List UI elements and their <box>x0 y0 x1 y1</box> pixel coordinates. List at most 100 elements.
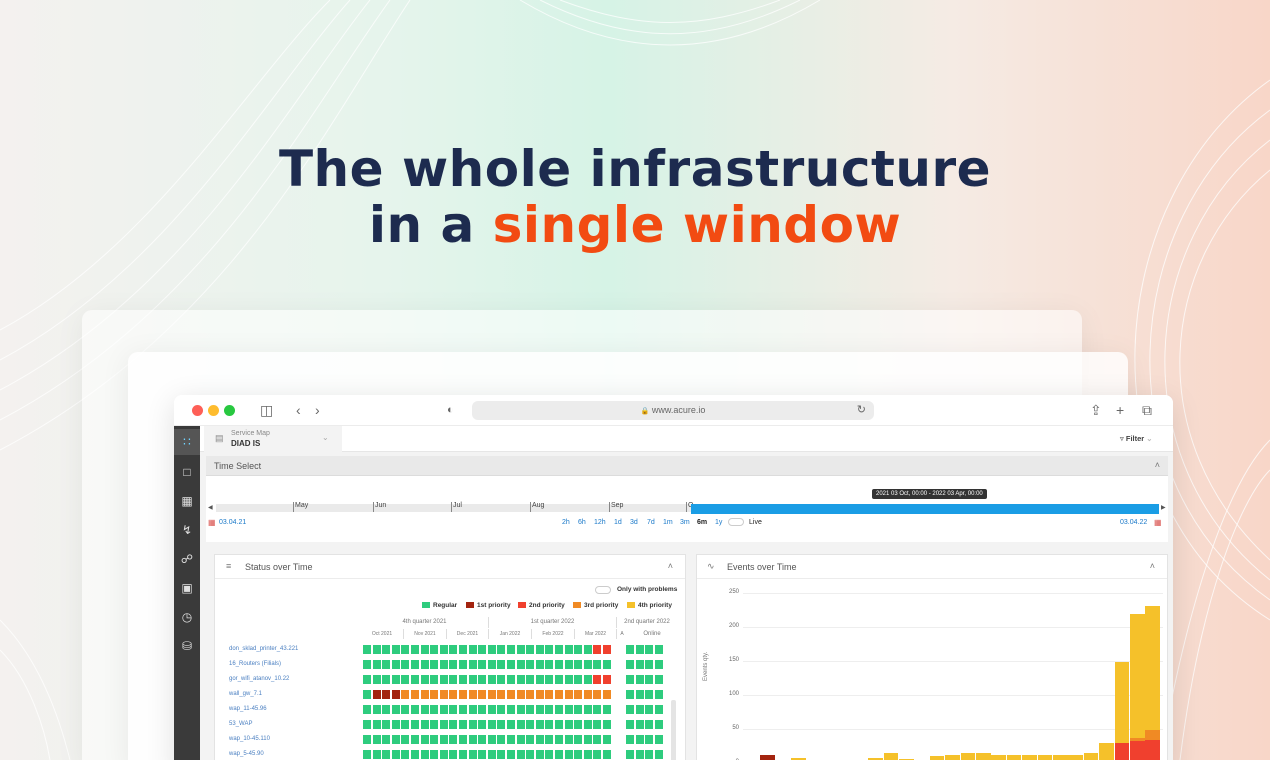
status-cell[interactable] <box>487 690 496 699</box>
nodes-icon[interactable]: ☍ <box>174 546 200 572</box>
status-cell[interactable] <box>555 660 563 669</box>
status-cell[interactable] <box>430 645 439 654</box>
event-bar-2[interactable] <box>1130 741 1145 760</box>
status-cell[interactable] <box>593 735 602 744</box>
status-cell[interactable] <box>478 675 487 684</box>
status-cell[interactable] <box>420 705 429 714</box>
event-bar-4[interactable] <box>1099 742 1114 760</box>
status-cell[interactable] <box>372 660 381 669</box>
status-online-cell[interactable] <box>654 705 663 714</box>
status-online-cell[interactable] <box>645 645 654 654</box>
problems-toggle[interactable] <box>595 586 611 594</box>
status-online-cell[interactable] <box>645 705 654 714</box>
status-cell[interactable] <box>583 645 592 654</box>
event-bar-4[interactable] <box>945 754 960 760</box>
preset-1d[interactable]: 1d <box>614 519 622 526</box>
live-toggle[interactable] <box>728 518 744 526</box>
preset-12h[interactable]: 12h <box>594 519 606 526</box>
event-bar-2[interactable] <box>1145 739 1160 760</box>
status-cell[interactable] <box>372 750 381 759</box>
status-cell[interactable] <box>555 690 563 699</box>
status-cell[interactable] <box>603 675 611 684</box>
end-date[interactable]: 03.04.22 <box>1120 519 1147 526</box>
status-cell[interactable] <box>564 660 573 669</box>
status-cell[interactable] <box>574 735 583 744</box>
status-cell[interactable] <box>372 690 381 699</box>
status-online-cell[interactable] <box>654 645 663 654</box>
status-cell[interactable] <box>564 750 573 759</box>
status-cell[interactable] <box>478 705 487 714</box>
status-cell[interactable] <box>555 645 563 654</box>
status-cell[interactable] <box>459 675 467 684</box>
status-cell[interactable] <box>526 645 535 654</box>
status-cell[interactable] <box>497 660 506 669</box>
sidebar-toggle-icon[interactable]: ◫ <box>260 402 273 418</box>
status-cell[interactable] <box>401 645 410 654</box>
status-cell[interactable] <box>487 660 496 669</box>
status-cell[interactable] <box>593 750 602 759</box>
status-cell[interactable] <box>363 750 371 759</box>
event-bar-2[interactable] <box>1114 742 1130 760</box>
status-cell[interactable] <box>401 720 410 729</box>
status-cell[interactable] <box>497 735 506 744</box>
status-cell[interactable] <box>507 690 515 699</box>
status-online-cell[interactable] <box>654 720 663 729</box>
status-cell[interactable] <box>535 645 544 654</box>
status-cell[interactable] <box>574 660 583 669</box>
event-bar-4[interactable] <box>1053 754 1068 760</box>
status-cell[interactable] <box>555 705 563 714</box>
tabs-overview-icon[interactable]: ⧉ <box>1142 402 1152 418</box>
status-cell[interactable] <box>411 720 419 729</box>
preset-3d[interactable]: 3d <box>630 519 638 526</box>
status-online-cell[interactable] <box>635 705 644 714</box>
status-cell[interactable] <box>363 675 371 684</box>
status-cell[interactable] <box>391 660 400 669</box>
status-cell[interactable] <box>545 660 554 669</box>
status-cell[interactable] <box>459 645 467 654</box>
event-bar-4[interactable] <box>976 752 991 760</box>
calendar-end-icon[interactable]: ▦ <box>1154 518 1162 527</box>
status-cell[interactable] <box>583 690 592 699</box>
status-cell[interactable] <box>555 675 563 684</box>
status-cell[interactable] <box>545 705 554 714</box>
status-row-label[interactable]: wap_5-45.90 <box>229 751 264 757</box>
time-select-header[interactable]: Time Select ˄ <box>206 456 1168 476</box>
event-bar-4[interactable] <box>1068 754 1083 760</box>
status-cell[interactable] <box>574 750 583 759</box>
status-cell[interactable] <box>439 705 448 714</box>
status-cell[interactable] <box>507 735 515 744</box>
status-cell[interactable] <box>439 690 448 699</box>
status-cell[interactable] <box>574 675 583 684</box>
status-cell[interactable] <box>382 660 391 669</box>
status-cell[interactable] <box>478 720 487 729</box>
status-cell[interactable] <box>411 705 419 714</box>
status-cell[interactable] <box>583 750 592 759</box>
minimize-window-button[interactable] <box>208 405 219 416</box>
status-online-cell[interactable] <box>645 720 654 729</box>
status-cell[interactable] <box>535 750 544 759</box>
status-cell[interactable] <box>478 690 487 699</box>
status-cell[interactable] <box>574 705 583 714</box>
status-cell[interactable] <box>545 675 554 684</box>
status-cell[interactable] <box>526 690 535 699</box>
new-tab-icon[interactable]: + <box>1116 402 1124 418</box>
status-cell[interactable] <box>516 750 525 759</box>
status-online-cell[interactable] <box>645 690 654 699</box>
status-cell[interactable] <box>564 735 573 744</box>
status-cell[interactable] <box>382 645 391 654</box>
status-online-cell[interactable] <box>635 750 644 759</box>
service-map-selector[interactable]: ▤ Service Map DIAD IS ⌄ <box>204 426 342 452</box>
status-cell[interactable] <box>363 720 371 729</box>
clock-icon[interactable]: ◷ <box>174 604 200 630</box>
status-cell[interactable] <box>526 750 535 759</box>
event-bar-1[interactable] <box>760 754 775 760</box>
status-cell[interactable] <box>564 690 573 699</box>
status-scrollbar[interactable] <box>671 700 676 760</box>
status-cell[interactable] <box>507 750 515 759</box>
status-cell[interactable] <box>487 720 496 729</box>
status-cell[interactable] <box>363 645 371 654</box>
status-cell[interactable] <box>449 720 458 729</box>
status-cell[interactable] <box>526 735 535 744</box>
status-online-cell[interactable] <box>635 690 644 699</box>
status-cell[interactable] <box>391 690 400 699</box>
